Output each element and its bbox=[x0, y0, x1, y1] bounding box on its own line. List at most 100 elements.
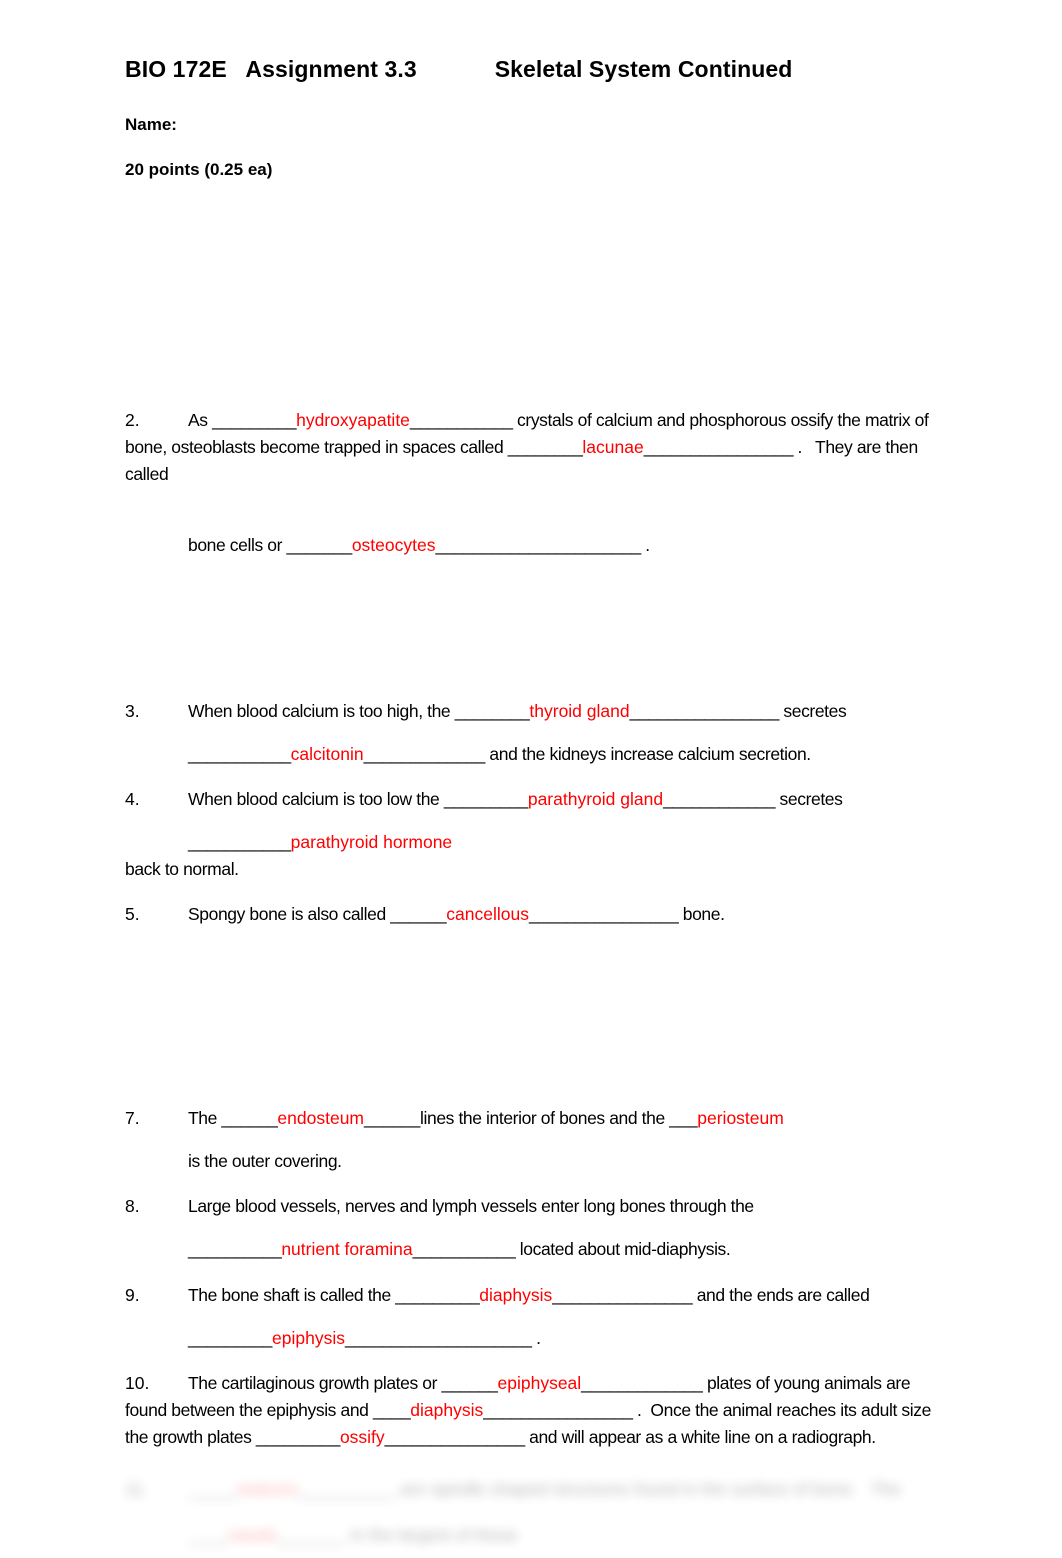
question-text: When blood calcium is too low the ______… bbox=[188, 789, 528, 809]
question-block-10: 10. The cartilaginous growth plates or __… bbox=[125, 1370, 940, 1451]
answer-text[interactable]: diaphysis bbox=[410, 1400, 483, 1420]
answer-text[interactable]: thyroid gland bbox=[529, 701, 629, 721]
answer-text[interactable]: cancellous bbox=[446, 904, 529, 924]
question-text: ______________________ . bbox=[435, 535, 650, 555]
question-number: 7. bbox=[125, 1108, 140, 1128]
answer-text[interactable]: epiphyseal bbox=[498, 1373, 582, 1393]
question-text: _______________ and the ends are called bbox=[552, 1285, 870, 1305]
blurred-line: 11. _____osteons__________ are spindle sh… bbox=[125, 1466, 955, 1512]
answer-text[interactable]: periosteum bbox=[697, 1108, 784, 1128]
faded-remnant-text: _________________________ bbox=[125, 1083, 355, 1094]
question-text: _____ bbox=[188, 1479, 237, 1499]
question-text: _______________ and will appear as a whi… bbox=[384, 1427, 876, 1447]
question-text: _________ bbox=[188, 1328, 272, 1348]
question-line: __________nutrient foramina___________ l… bbox=[125, 1236, 940, 1263]
answer-text[interactable]: epiphysis bbox=[272, 1328, 345, 1348]
question-text: The bone shaft is called the _________ bbox=[188, 1285, 480, 1305]
question-number: 10. bbox=[125, 1373, 150, 1393]
question-number: 2. bbox=[125, 410, 140, 430]
line-spacer bbox=[125, 725, 940, 741]
question-block-9: 9. The bone shaft is called the _________… bbox=[125, 1282, 940, 1352]
question-line: 2. As _________hydroxyapatite___________ … bbox=[125, 407, 940, 488]
question-line: 9. The bone shaft is called the _________… bbox=[125, 1282, 940, 1309]
question-block-7: 7. The ______endosteum______lines the int… bbox=[125, 1105, 940, 1175]
answer-text[interactable]: parathyroid gland bbox=[528, 789, 663, 809]
question-text: ___________ located about mid-diaphysis. bbox=[412, 1239, 731, 1259]
answer-text[interactable]: parathyroid hormone bbox=[291, 832, 452, 852]
question-number: 8. bbox=[125, 1196, 140, 1216]
page-title: BIO 172E Assignment 3.3 Skeletal System … bbox=[125, 56, 793, 82]
answer-text[interactable]: ossify bbox=[340, 1427, 385, 1447]
question-line: back to normal. bbox=[125, 856, 940, 883]
question-text: Spongy bone is also called ______ bbox=[188, 904, 447, 924]
question-number: 9. bbox=[125, 1285, 140, 1305]
question-text: When blood calcium is too high, the ____… bbox=[188, 701, 530, 721]
blurred-line: ____canals_______ in the largest of thes… bbox=[125, 1512, 955, 1558]
question-line: ___________parathyroid hormone bbox=[125, 829, 940, 856]
question-block-2: 2. As _________hydroxyapatite___________ … bbox=[125, 407, 940, 559]
document-page: BIO 172E Assignment 3.3 Skeletal System … bbox=[0, 0, 1062, 1556]
answer-text[interactable]: nutrient foramina bbox=[281, 1239, 412, 1259]
faded-text-remnant-above-question-7: _________________________ bbox=[125, 1080, 355, 1094]
line-spacer bbox=[125, 1132, 940, 1148]
question-line: 4. When blood calcium is too low the ____… bbox=[125, 786, 940, 813]
question-text: Large blood vessels, nerves and lymph ve… bbox=[188, 1196, 754, 1216]
question-number: 3. bbox=[125, 701, 140, 721]
question-text: _____________ and the kidneys increase c… bbox=[363, 744, 812, 764]
question-text: __________ are spindle shaped structures… bbox=[297, 1479, 901, 1499]
faded-remnant-text: ________________________________________… bbox=[500, 389, 840, 402]
question-line: is the outer covering. bbox=[125, 1148, 940, 1175]
question-line: ___________calcitonin_____________ and t… bbox=[125, 741, 940, 768]
blurred-question-11-footer: 11. _____osteons__________ are spindle sh… bbox=[125, 1466, 955, 1558]
question-number: 4. bbox=[125, 789, 140, 809]
line-spacer bbox=[125, 1220, 940, 1236]
question-text: The cartilaginous growth plates or _____… bbox=[188, 1373, 498, 1393]
question-text: ___________ bbox=[188, 832, 291, 852]
question-text: The ______ bbox=[188, 1108, 278, 1128]
question-text: __________ bbox=[188, 1239, 282, 1259]
name-field-label: Name: bbox=[125, 115, 177, 134]
question-line: 8. Large blood vessels, nerves and lymph … bbox=[125, 1193, 940, 1220]
line-spacer bbox=[125, 1309, 940, 1325]
answer-text[interactable]: endosteum bbox=[277, 1108, 364, 1128]
answer-text: osteons bbox=[236, 1479, 298, 1499]
question-number: 5. bbox=[125, 904, 140, 924]
faded-text-remnant-above-question-2: ________________________________________… bbox=[500, 386, 840, 402]
line-spacer bbox=[125, 813, 940, 829]
question-line: 7. The ______endosteum______lines the int… bbox=[125, 1105, 940, 1132]
line-spacer bbox=[125, 488, 940, 532]
question-text: ____________ secretes bbox=[663, 789, 843, 809]
question-text: ______lines the interior of bones and th… bbox=[364, 1108, 698, 1128]
answer-text[interactable]: hydroxyapatite bbox=[296, 410, 410, 430]
question-line: 3. When blood calcium is too high, the __… bbox=[125, 698, 940, 725]
question-text: ____ bbox=[188, 1525, 227, 1545]
question-text: ____________________ . bbox=[344, 1328, 541, 1348]
question-text: ________________ secretes bbox=[629, 701, 847, 721]
question-text: back to normal. bbox=[125, 859, 239, 879]
question-line: _________epiphysis____________________ . bbox=[125, 1325, 940, 1352]
answer-text[interactable]: osteocytes bbox=[352, 535, 436, 555]
question-text: bone cells or _______ bbox=[188, 535, 352, 555]
answer-text[interactable]: diaphysis bbox=[479, 1285, 552, 1305]
answer-text: canals bbox=[226, 1525, 278, 1545]
question-number: 11. bbox=[125, 1479, 149, 1499]
answer-text[interactable]: lacunae bbox=[582, 437, 643, 457]
question-line: 10. The cartilaginous growth plates or __… bbox=[125, 1370, 940, 1451]
question-block-8: 8. Large blood vessels, nerves and lymph … bbox=[125, 1193, 940, 1263]
question-text: ________________ bone. bbox=[528, 904, 725, 924]
question-text: is the outer covering. bbox=[188, 1151, 342, 1171]
question-block-3: 3. When blood calcium is too high, the __… bbox=[125, 698, 940, 768]
answer-text[interactable]: calcitonin bbox=[291, 744, 364, 764]
question-line: bone cells or _______osteocytes_________… bbox=[125, 532, 940, 559]
points-label: 20 points (0.25 ea) bbox=[125, 160, 273, 179]
question-text: _______ in the largest of these bbox=[277, 1525, 518, 1545]
question-text: ___________ bbox=[188, 744, 291, 764]
question-line: 5. Spongy bone is also called ______cance… bbox=[125, 901, 940, 928]
